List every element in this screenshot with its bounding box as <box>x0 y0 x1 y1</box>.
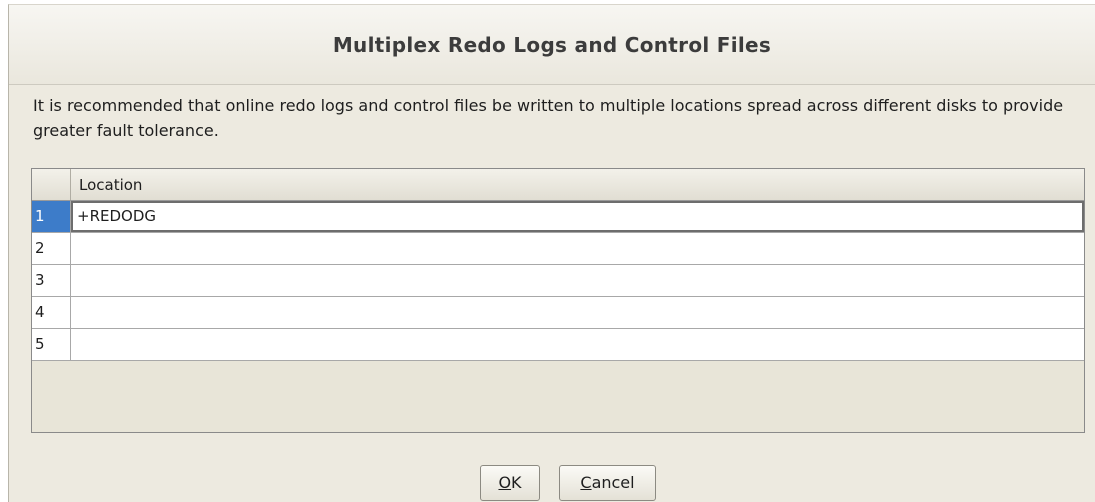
table-row[interactable]: 1 +REDODG <box>32 201 1084 233</box>
table-header: Location <box>32 169 1084 201</box>
table-row[interactable]: 3 <box>32 265 1084 297</box>
location-cell[interactable] <box>71 265 1084 296</box>
table-rows: 1 +REDODG 2 3 4 5 <box>32 201 1084 361</box>
row-number[interactable]: 1 <box>32 201 71 232</box>
dialog-title: Multiplex Redo Logs and Control Files <box>332 33 772 57</box>
location-cell[interactable] <box>71 297 1084 328</box>
ok-button[interactable]: OK <box>480 465 540 501</box>
row-number[interactable]: 5 <box>32 329 71 360</box>
multiplex-dialog: Multiplex Redo Logs and Control Files It… <box>8 4 1095 502</box>
table-row[interactable]: 4 <box>32 297 1084 329</box>
table-row[interactable]: 2 <box>32 233 1084 265</box>
dialog-description: It is recommended that online redo logs … <box>33 96 1064 140</box>
location-cell[interactable]: +REDODG <box>71 201 1084 232</box>
cancel-button-mnemonic: C <box>580 473 592 492</box>
location-cell[interactable] <box>71 329 1084 360</box>
location-column-header[interactable]: Location <box>79 176 142 194</box>
row-number[interactable]: 2 <box>32 233 71 264</box>
ok-button-label: K <box>511 473 522 492</box>
ok-button-mnemonic: O <box>498 473 512 492</box>
row-number[interactable]: 3 <box>32 265 71 296</box>
cancel-button-label: ancel <box>591 473 635 492</box>
dialog-title-bar: Multiplex Redo Logs and Control Files <box>9 5 1095 85</box>
cancel-button[interactable]: Cancel <box>559 465 656 501</box>
location-cell[interactable] <box>71 233 1084 264</box>
table-row[interactable]: 5 <box>32 329 1084 361</box>
table-header-corner <box>32 169 71 200</box>
location-table: Location 1 +REDODG 2 3 4 5 <box>31 168 1085 433</box>
row-number[interactable]: 4 <box>32 297 71 328</box>
